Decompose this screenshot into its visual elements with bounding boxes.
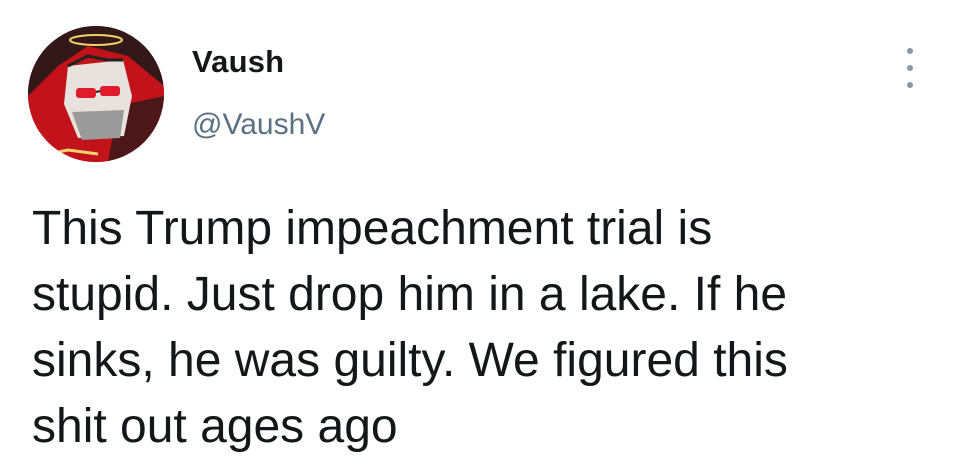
tweet-card: Vaush @VaushV This Trump impeachment tri…	[0, 0, 959, 474]
more-vertical-icon[interactable]	[896, 48, 924, 88]
more-dot	[907, 48, 913, 54]
avatar[interactable]	[28, 26, 164, 162]
avatar-illustration	[28, 26, 164, 162]
display-name[interactable]: Vaush	[192, 44, 284, 80]
more-dot	[907, 82, 913, 88]
user-handle[interactable]: @VaushV	[192, 108, 325, 142]
tweet-text: This Trump impeachment trial is stupid. …	[32, 202, 788, 453]
more-dot	[907, 65, 913, 71]
